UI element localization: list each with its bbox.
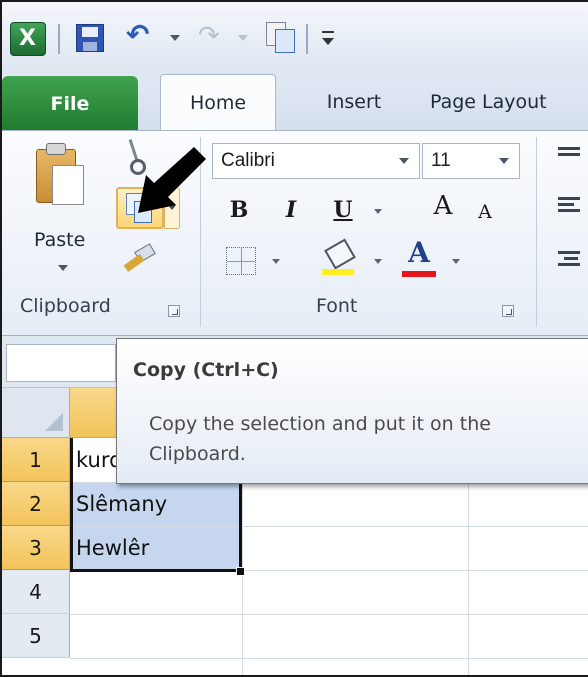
tab-home[interactable]: Home: [160, 74, 276, 130]
font-launcher-icon[interactable]: [502, 305, 514, 317]
underline-button[interactable]: U: [328, 193, 358, 227]
align-top-icon-line: [558, 153, 580, 156]
tab-insert[interactable]: Insert: [294, 74, 414, 130]
grow-font-button[interactable]: A: [426, 189, 460, 223]
ribbon-tabs: File Home Insert Page Layout: [2, 74, 588, 132]
fill-handle[interactable]: [236, 567, 245, 576]
undo-icon[interactable]: ↶: [126, 20, 156, 50]
redo-icon[interactable]: ↷: [198, 22, 224, 50]
fill-color-icon[interactable]: [322, 239, 356, 275]
font-size-combobox[interactable]: 11: [422, 143, 520, 179]
font-size-value: 11: [431, 150, 451, 171]
paste-dropdown-icon[interactable]: [58, 265, 68, 271]
align-top-icon[interactable]: [558, 147, 580, 150]
row-header[interactable]: 3: [2, 526, 70, 570]
border-icon[interactable]: [226, 247, 256, 275]
bold-button[interactable]: B: [224, 193, 254, 227]
shrink-font-button[interactable]: A: [470, 195, 500, 229]
align-left-icon[interactable]: [558, 197, 580, 200]
group-separator: [536, 137, 537, 327]
border-dropdown-icon[interactable]: [272, 259, 280, 264]
save-icon[interactable]: [76, 24, 104, 52]
row-header[interactable]: 2: [2, 482, 70, 526]
copy-icon[interactable]: [266, 22, 295, 53]
copy-tooltip: Copy (Ctrl+C) Copy the selection and put…: [116, 338, 588, 484]
tooltip-title: Copy (Ctrl+C): [133, 359, 279, 381]
indent-icon[interactable]: [558, 251, 580, 254]
arrow-pointer-icon: [138, 147, 206, 213]
format-painter-icon[interactable]: [122, 245, 156, 275]
name-box[interactable]: [6, 344, 116, 382]
paste-button-label[interactable]: Paste: [34, 229, 85, 251]
font-group-label: Font: [316, 295, 358, 317]
redo-dropdown-icon[interactable]: [238, 35, 248, 41]
paste-icon[interactable]: [32, 141, 86, 215]
font-color-icon[interactable]: A: [400, 237, 438, 277]
font-name-combobox[interactable]: Calibri: [212, 143, 420, 179]
customize-toolbar-icon[interactable]: [320, 28, 336, 48]
gridline: [70, 614, 588, 615]
gridline: [70, 658, 588, 659]
indent-icon-line: [558, 263, 580, 266]
fill-color-dropdown-icon[interactable]: [374, 259, 382, 264]
qat-separator: [306, 24, 308, 54]
underline-dropdown-icon[interactable]: [374, 209, 382, 214]
row-header[interactable]: 1: [2, 438, 70, 482]
tab-page-layout[interactable]: Page Layout: [430, 74, 588, 130]
ribbon-home: Paste Clipboard Calibri 11 B I U A A A F…: [2, 130, 588, 336]
clipboard-group-label: Clipboard: [20, 295, 111, 317]
align-left-icon-line: [558, 203, 574, 206]
font-name-value: Calibri: [221, 150, 275, 171]
qat-separator: [58, 24, 60, 54]
chevron-down-icon[interactable]: [399, 158, 409, 164]
select-all-corner[interactable]: [2, 388, 70, 438]
font-color-dropdown-icon[interactable]: [452, 259, 460, 264]
tooltip-description: Copy the selection and put it on the Cli…: [149, 413, 491, 465]
tab-file[interactable]: File: [2, 76, 138, 132]
excel-icon[interactable]: [10, 22, 46, 56]
chevron-down-icon[interactable]: [499, 158, 509, 164]
quick-access-toolbar: ↶ ↷: [2, 2, 588, 74]
indent-icon-line: [564, 257, 578, 260]
align-left-icon-line: [558, 209, 580, 212]
row-header[interactable]: 4: [2, 570, 70, 614]
italic-button[interactable]: I: [276, 193, 306, 227]
excel-window: ↶ ↷ File Home Insert Page Layout Paste C…: [0, 0, 588, 677]
clipboard-launcher-icon[interactable]: [168, 305, 180, 317]
undo-dropdown-icon[interactable]: [170, 35, 180, 41]
row-header[interactable]: 5: [2, 614, 70, 658]
